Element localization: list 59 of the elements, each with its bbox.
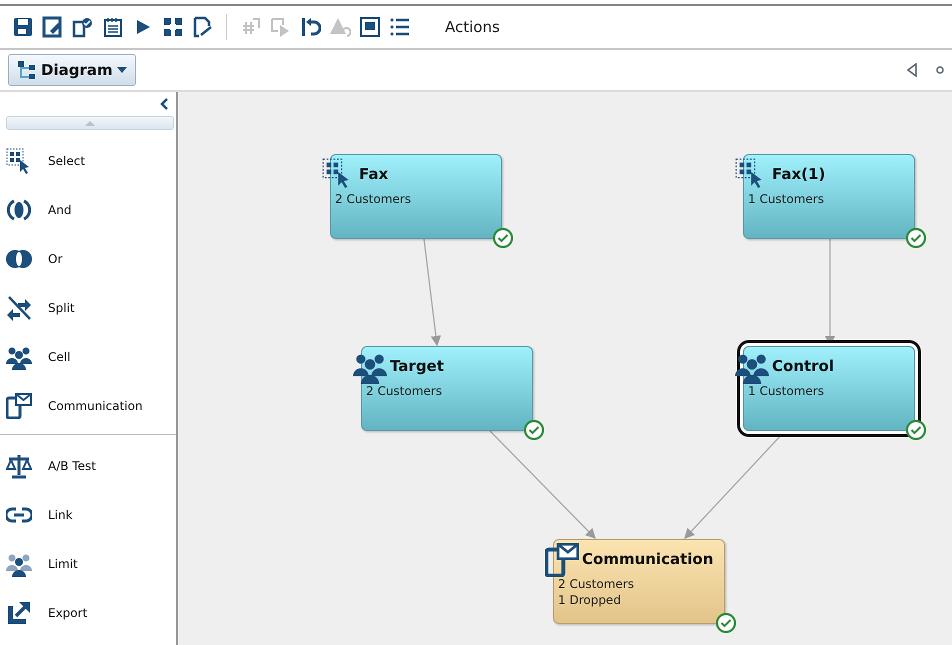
actions-menu[interactable]: Actions: [445, 18, 500, 36]
palette-item[interactable]: Communication: [0, 381, 176, 430]
diagram-icon: [17, 60, 37, 80]
list-icon: [389, 16, 411, 38]
toolbar-list-button[interactable]: [389, 16, 411, 38]
export-arrow-icon: [6, 600, 32, 626]
up-arrow-icon: [85, 120, 95, 126]
node-count: 2 Customers: [558, 576, 635, 592]
save-icon: [12, 16, 34, 38]
palette-item[interactable]: And: [0, 185, 176, 234]
palette-item[interactable]: Split: [0, 283, 176, 332]
palette-item[interactable]: Export: [0, 588, 176, 637]
warning-icon: [329, 16, 351, 38]
palette-item[interactable]: Limit: [0, 539, 176, 588]
caret-icon: [116, 67, 127, 73]
toolbar-edit-button[interactable]: [42, 16, 64, 38]
node-title: Control: [772, 356, 836, 377]
checkmark-document-icon: [72, 16, 94, 38]
diagram-node[interactable]: Communication 2 Customers 1 Dropped: [553, 539, 725, 624]
communication-icon: [545, 543, 579, 577]
toolbar-save-button[interactable]: [12, 16, 34, 38]
diagram-node[interactable]: Target 2 Customers: [361, 346, 533, 431]
palette-item[interactable]: A/B Test: [0, 441, 176, 490]
node-count: 2 Customers: [366, 383, 443, 399]
circle-icon[interactable]: [936, 66, 944, 74]
node-count: 1 Dropped: [558, 592, 622, 608]
node-title: Fax(1): [772, 164, 826, 185]
fit-to-screen-icon: [162, 16, 184, 38]
communication-icon: [6, 392, 32, 418]
collapse-chevron-icon[interactable]: [160, 98, 168, 110]
split-arrows-icon: [6, 294, 32, 320]
palette-item[interactable]: Select: [0, 136, 176, 185]
node-title: Fax: [359, 164, 390, 185]
scales-icon: [6, 452, 32, 478]
palette-item[interactable]: Cell: [0, 332, 176, 381]
toolbar-notes-button[interactable]: [102, 16, 124, 38]
palette-item[interactable]: Or: [0, 234, 176, 283]
palette-item[interactable]: Link: [0, 490, 176, 539]
diagram-node[interactable]: Fax(1) 1 Customers: [743, 154, 915, 239]
document-arrow-icon: [192, 16, 214, 38]
toolbar-export-button[interactable]: [192, 16, 214, 38]
notepad-icon: [102, 16, 124, 38]
toolbar-frame-button[interactable]: [359, 16, 381, 38]
node-count: 1 Customers: [748, 383, 825, 399]
intersection-icon: [6, 196, 32, 222]
node-title: Target: [390, 356, 445, 377]
step-forward-icon: [269, 16, 291, 38]
node-count: 1 Customers: [748, 191, 825, 207]
diagram-view-button[interactable]: Diagram: [8, 54, 136, 86]
toolbar-fit-button[interactable]: [162, 16, 184, 38]
toolbar-validate-button[interactable]: [72, 16, 94, 38]
toolbar-undo-button[interactable]: [299, 16, 321, 38]
diagram-node[interactable]: Fax 2 Customers: [330, 154, 502, 239]
undo-icon: [299, 16, 321, 38]
collapse-arrow-icon[interactable]: [906, 63, 918, 77]
edit-icon: [42, 16, 64, 38]
node-title: Communication: [582, 549, 714, 570]
frame-icon: [359, 16, 381, 38]
node-count: 2 Customers: [335, 191, 412, 207]
